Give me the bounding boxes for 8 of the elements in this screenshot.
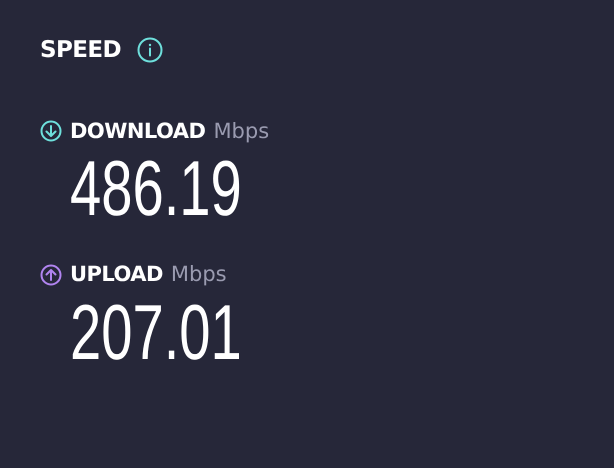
speed-value: 486.19	[70, 143, 242, 233]
speed-value: 207.01	[70, 286, 242, 376]
unit-label: Mbps	[170, 261, 227, 288]
unit-label: Mbps	[213, 118, 270, 144]
metric-label: UPLOAD	[70, 261, 163, 288]
info-icon[interactable]	[137, 37, 164, 64]
section-title: SPEED	[40, 36, 122, 65]
metric-label: DOWNLOAD	[70, 118, 206, 144]
